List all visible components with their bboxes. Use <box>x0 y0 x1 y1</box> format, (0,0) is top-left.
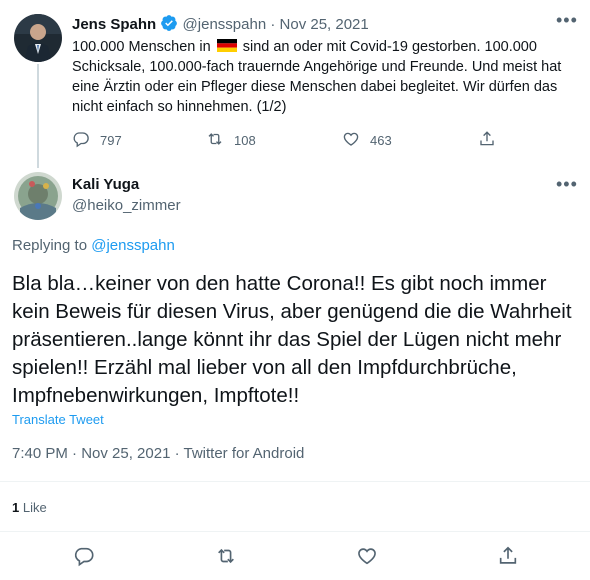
heart-icon <box>356 548 378 571</box>
divider-top <box>0 481 590 482</box>
avatar-kali-yuga[interactable] <box>14 172 62 220</box>
avatar-jens-spahn[interactable] <box>14 14 62 62</box>
verified-badge-icon <box>160 14 178 36</box>
reply-icon <box>72 130 90 151</box>
divider-bottom <box>0 531 590 532</box>
heart-icon <box>342 130 360 151</box>
retweet-button[interactable]: 108 <box>206 130 256 151</box>
reply-more-options-icon[interactable]: ••• <box>556 174 578 195</box>
replying-to-label: Replying to <box>12 237 88 254</box>
reply-timestamp[interactable]: 7:40 PM · Nov 25, 2021 · Twitter for And… <box>12 445 304 462</box>
tweet-text-part1: 100.000 Menschen in <box>72 39 211 55</box>
share-icon <box>497 546 519 571</box>
reply-button[interactable]: 797 <box>72 130 122 151</box>
like-button[interactable]: 463 <box>342 130 392 151</box>
reply-icon <box>73 547 95 571</box>
replying-to-link[interactable]: @jensspahn <box>91 237 175 254</box>
retweet-icon <box>215 548 237 571</box>
like-action-button[interactable] <box>356 545 378 572</box>
thread-line <box>37 64 39 168</box>
reply-count: 797 <box>100 133 122 148</box>
share-action-button[interactable] <box>497 545 519 572</box>
parent-tweet-text: 100.000 Menschen in sind an oder mit Cov… <box>72 37 572 117</box>
retweet-action-button[interactable] <box>215 545 237 572</box>
tweet-date[interactable]: Nov 25, 2021 <box>280 16 369 33</box>
retweet-icon <box>206 130 224 151</box>
author-name[interactable]: Jens Spahn <box>72 16 156 33</box>
reply-author-handle[interactable]: @heiko_zimmer <box>72 197 181 214</box>
germany-flag-icon <box>216 38 237 52</box>
replying-to-line: Replying to @jensspahn <box>12 237 175 254</box>
reply-like-label: Like <box>22 500 47 515</box>
translate-tweet-link[interactable]: Translate Tweet <box>12 412 104 427</box>
reply-tweet-text: Bla bla…keiner von den hatte Corona!! Es… <box>12 272 572 407</box>
separator-dot: · <box>270 16 276 33</box>
share-button[interactable] <box>478 130 496 151</box>
author-handle[interactable]: @jensspahn <box>183 16 267 33</box>
reply-like-count: 1 <box>12 500 20 515</box>
share-icon <box>478 130 496 151</box>
retweet-count: 108 <box>234 133 256 148</box>
reply-action-button[interactable] <box>73 545 95 572</box>
like-count-row[interactable]: 1 Like <box>12 500 47 515</box>
reply-author-name[interactable]: Kali Yuga <box>72 176 139 193</box>
like-count: 463 <box>370 133 392 148</box>
more-options-icon[interactable]: ••• <box>556 10 578 31</box>
